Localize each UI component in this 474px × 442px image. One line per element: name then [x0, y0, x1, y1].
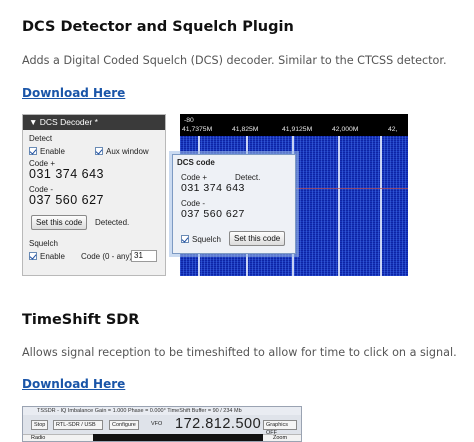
- popup-code-minus-label: Code -: [181, 199, 206, 208]
- popup-code-minus-value: 037 560 627: [181, 208, 245, 220]
- section-description-timeshift: Allows signal reception to be timeshifte…: [22, 346, 457, 359]
- set-code-button[interactable]: Set this code: [31, 215, 88, 230]
- freq-tick: 41,825M: [232, 126, 259, 133]
- vfo-label: VFO: [151, 421, 163, 427]
- dcs-panel-title[interactable]: ▼ DCS Decoder *: [23, 115, 165, 130]
- aux-window-checkbox[interactable]: Aux window: [95, 147, 149, 156]
- checkbox-icon: [29, 147, 37, 155]
- download-link-dcs[interactable]: Download Here: [22, 86, 125, 100]
- popup-title: DCS code: [177, 158, 215, 167]
- timeshift-toolbar: Stop RTL-SDR / USB Configure VFO 172.812…: [27, 416, 297, 436]
- graphics-toggle[interactable]: Graphics OFF: [263, 420, 297, 436]
- dcs-decoder-panel: ▼ DCS Decoder * Detect Enable Aux window…: [22, 114, 166, 276]
- freq-tick: 42,000M: [332, 126, 359, 133]
- device-select[interactable]: RTL-SDR / USB: [53, 420, 103, 430]
- dcs-screenshot: ▼ DCS Decoder * Detect Enable Aux window…: [22, 114, 408, 276]
- signal-line: [380, 136, 382, 276]
- freq-tick: 41,7375M: [182, 126, 213, 133]
- download-link-timeshift[interactable]: Download Here: [22, 377, 125, 391]
- checkbox-icon: [95, 147, 103, 155]
- popup-squelch-checkbox[interactable]: Squelch: [181, 235, 221, 244]
- checkbox-icon: [181, 235, 189, 243]
- section-title-timeshift: TimeShift SDR: [22, 312, 140, 328]
- section-title-dcs: DCS Detector and Squelch Plugin: [22, 19, 294, 35]
- code-plus-value: 031 374 643: [29, 167, 105, 181]
- enable-checkbox[interactable]: Enable: [29, 147, 65, 156]
- zoom-label: Zoom: [273, 435, 288, 441]
- code-minus-value: 037 560 627: [29, 193, 105, 207]
- configure-button[interactable]: Configure: [109, 420, 139, 430]
- popup-detect-status: Detect.: [235, 173, 261, 182]
- code-spinner[interactable]: 31: [131, 250, 157, 262]
- dcs-code-popup: DCS code Code + Detect. 031 374 643 Code…: [172, 154, 296, 254]
- freq-tick: 41,9125M: [282, 126, 313, 133]
- vfo-frequency[interactable]: 172.812.500: [175, 416, 261, 432]
- signal-line: [338, 136, 340, 276]
- detected-status: Detected.: [95, 218, 130, 227]
- code-any-label: Code (0 - any): [81, 252, 133, 261]
- squelch-group-label: Squelch: [29, 239, 58, 248]
- db-label: -80: [184, 117, 194, 124]
- checkbox-icon: [29, 252, 37, 260]
- popup-code-plus-label: Code +: [181, 173, 208, 182]
- radio-panel-label[interactable]: Radio: [31, 435, 45, 441]
- popup-code-plus-value: 031 374 643: [181, 182, 245, 194]
- section-description-dcs: Adds a Digital Coded Squelch (DCS) decod…: [22, 54, 447, 67]
- timeshift-screenshot: TSSDR - IQ Imbalance Gain = 1.000 Phase …: [22, 406, 302, 442]
- stop-button[interactable]: Stop: [31, 420, 49, 430]
- freq-tick: 42,: [388, 126, 398, 133]
- timeshift-window-title: TSSDR - IQ Imbalance Gain = 1.000 Phase …: [23, 407, 301, 415]
- detect-group-label: Detect: [29, 134, 53, 143]
- timeshift-spectrum[interactable]: [93, 434, 263, 441]
- squelch-enable-checkbox[interactable]: Enable: [29, 252, 65, 261]
- popup-set-code-button[interactable]: Set this code: [229, 231, 286, 246]
